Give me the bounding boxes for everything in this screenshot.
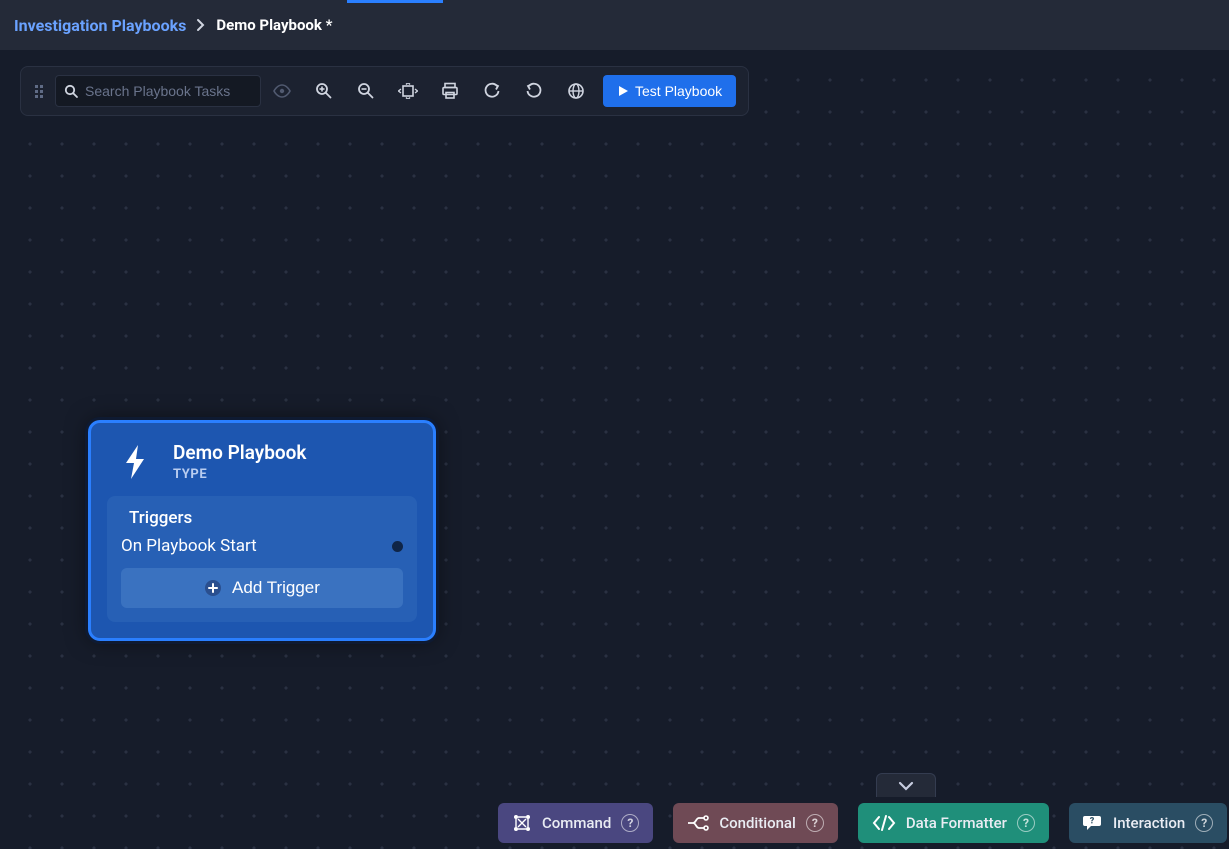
chevron-right-icon [196,18,206,32]
breadcrumb-root-link[interactable]: Investigation Playbooks [14,16,186,35]
node-title: Demo Playbook [173,441,306,464]
palette-conditional-label: Conditional [719,814,796,832]
active-tab-indicator [347,0,443,3]
globe-icon[interactable] [555,66,597,116]
add-trigger-button[interactable]: Add Trigger [121,568,403,608]
palette-conditional[interactable]: Conditional ? [673,803,838,843]
test-playbook-label: Test Playbook [635,83,722,99]
add-trigger-label: Add Trigger [232,578,320,598]
command-icon [512,813,532,833]
plus-circle-icon [204,579,222,597]
undo-icon[interactable] [513,66,555,116]
canvas[interactable]: Test Playbook Demo Playbook TYPE Trigger… [0,50,1229,849]
toolbar: Test Playbook [20,66,749,116]
playbook-start-node[interactable]: Demo Playbook TYPE Triggers On Playbook … [88,420,436,641]
svg-text:?: ? [1090,817,1095,827]
breadcrumb-current: Demo Playbook * [216,16,332,34]
search-input[interactable] [85,83,252,99]
breadcrumb: Investigation Playbooks Demo Playbook * [0,0,1229,50]
help-icon[interactable]: ? [1017,814,1035,832]
drag-handle-icon[interactable] [29,85,49,98]
help-icon[interactable]: ? [621,814,639,832]
palette-command[interactable]: Command ? [498,803,653,843]
palette-interaction[interactable]: ? Interaction ? [1069,803,1227,843]
search-icon [64,84,79,99]
palette-data-formatter-label: Data Formatter [906,814,1007,832]
lightning-icon [113,443,157,481]
code-icon [872,815,896,831]
task-palette: Command ? Conditional ? Data Formatter ?… [490,797,1229,849]
zoom-in-icon[interactable] [303,66,345,116]
collapse-palette-button[interactable] [876,773,936,797]
redo-icon[interactable] [471,66,513,116]
search-input-wrap[interactable] [55,75,261,107]
help-icon[interactable]: ? [1195,814,1213,832]
conditional-icon [687,815,709,831]
zoom-out-icon[interactable] [345,66,387,116]
trigger-row[interactable]: On Playbook Start [121,536,403,556]
print-icon[interactable] [429,66,471,116]
visibility-icon[interactable] [261,66,303,116]
help-icon[interactable]: ? [806,814,824,832]
palette-interaction-label: Interaction [1113,814,1185,832]
trigger-label: On Playbook Start [121,536,257,556]
palette-data-formatter[interactable]: Data Formatter ? [858,803,1049,843]
palette-command-label: Command [542,814,611,832]
node-header: Demo Playbook TYPE [107,441,417,496]
play-icon [617,85,629,97]
triggers-section-label: Triggers [129,508,403,528]
connector-port-icon[interactable] [392,541,403,552]
node-body: Triggers On Playbook Start Add Trigger [107,496,417,622]
node-subtitle: TYPE [173,467,306,482]
interaction-icon: ? [1083,814,1103,832]
fit-screen-icon[interactable] [387,66,429,116]
test-playbook-button[interactable]: Test Playbook [603,75,736,107]
chevron-down-icon [898,781,914,791]
